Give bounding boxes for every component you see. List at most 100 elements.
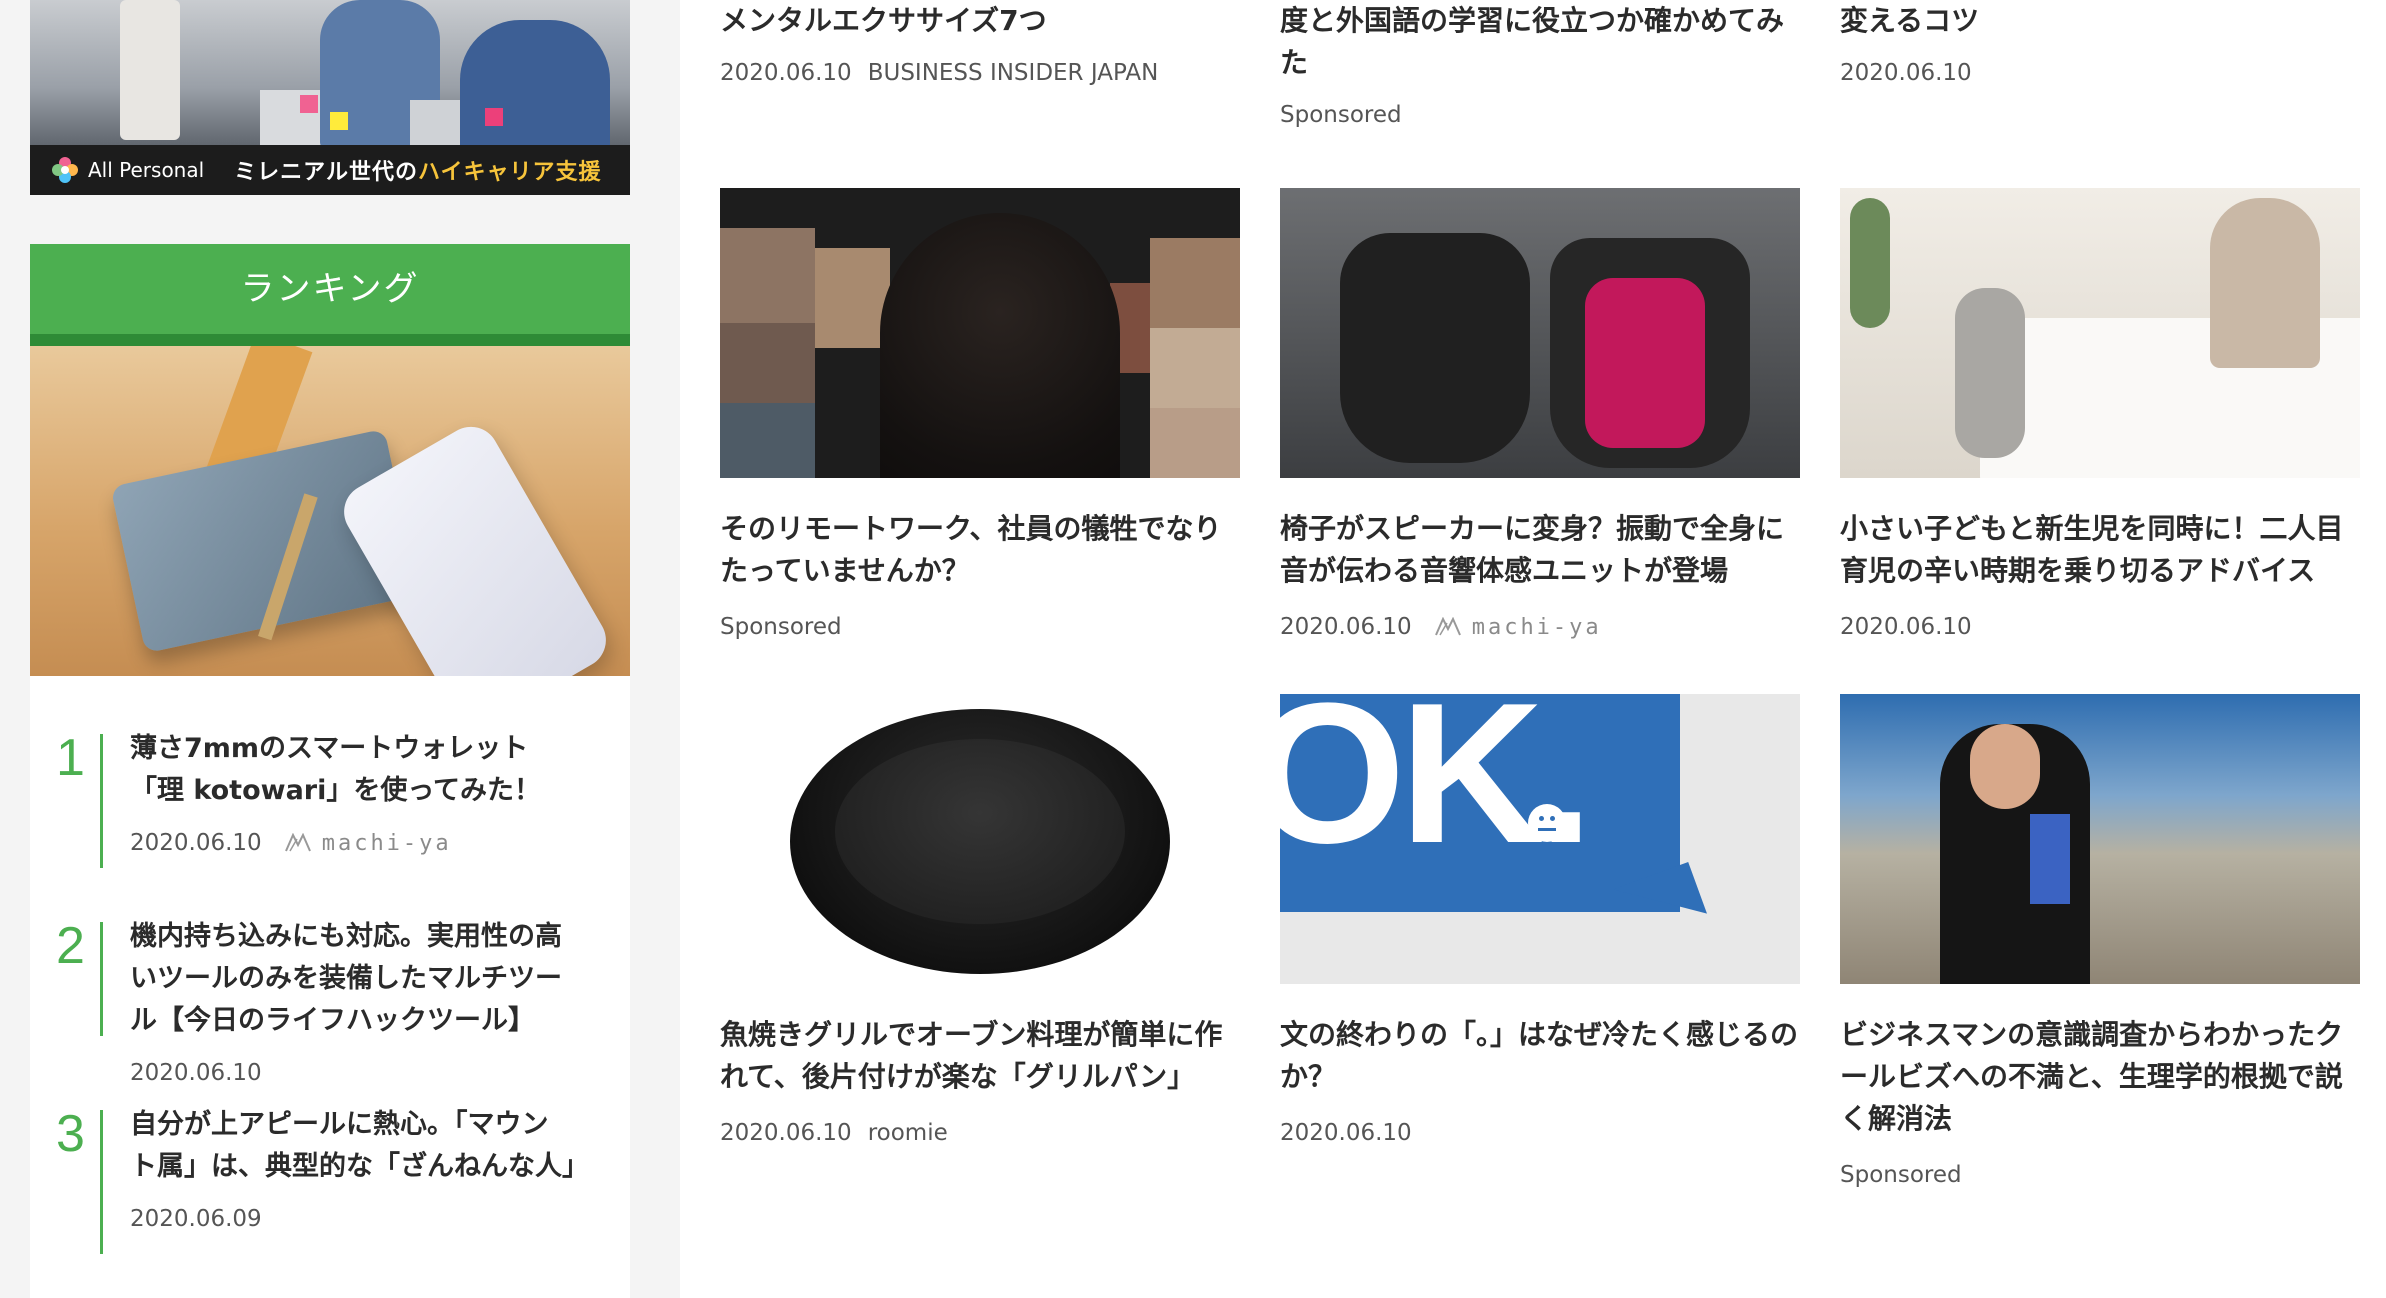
article-title[interactable]: メンタルエクササイズ7つ: [720, 0, 1240, 42]
date: 2020.06.10: [130, 830, 262, 856]
source-name: machi-ya: [1471, 614, 1602, 640]
video-tile: [815, 248, 890, 348]
article-meta: 2020.06.10: [1840, 60, 2360, 86]
title-line: そのリモートワーク、社員の犠牲でなり: [720, 512, 1222, 545]
banner-logo: All Personal: [50, 155, 204, 185]
video-tile: [1150, 328, 1240, 408]
article-thumbnail[interactable]: [1280, 188, 1800, 478]
title-line: 文の終わりの「。」はなぜ冷たく感じるの: [1280, 1018, 1799, 1051]
article-card-parenting[interactable]: 小さい子どもと新生児を同時に！二人目 育児の辛い時期を乗り切るアドバイス 202…: [1840, 188, 2360, 640]
sidebar: All Personal ミレニアル世代のハイキャリア支援 ランキング 1 薄さ…: [0, 0, 680, 1298]
child: [1955, 288, 2025, 458]
title-line: ル【今日のライフハックツール】: [130, 1005, 535, 1036]
article-card-top-1[interactable]: メンタルエクササイズ7つ 2020.06.10 BUSINESS INSIDER…: [720, 0, 1240, 86]
face-mouth: [1538, 828, 1556, 831]
title-line: ビジネスマンの意識調査からわかったク: [1840, 1018, 2344, 1051]
mother: [2210, 198, 2320, 368]
banner-caption-bar: All Personal ミレニアル世代のハイキャリア支援: [30, 145, 630, 195]
article-thumbnail[interactable]: [720, 694, 1240, 984]
source-name: roomie: [867, 1120, 948, 1146]
date: 2020.06.10: [720, 1120, 852, 1146]
machiya-logo-icon: [1434, 617, 1461, 636]
title-line: 薄さ7mmのスマートウォレット: [130, 733, 529, 764]
businessman-tie: [2030, 814, 2070, 904]
person-head: [880, 213, 1120, 478]
title-line: れて、後片付けが楽な「グリルパン」: [720, 1060, 1196, 1093]
ad-banner[interactable]: All Personal ミレニアル世代のハイキャリア支援: [30, 0, 630, 195]
banner-sticky-note: [330, 112, 348, 130]
article-card-coolbiz[interactable]: ビジネスマンの意識調査からわかったク ールビズへの不満と、生理学的根拠で説 く解…: [1840, 694, 2360, 1188]
banner-logo-text: All Personal: [88, 158, 205, 182]
video-tile: [720, 403, 815, 478]
rank-divider: [100, 922, 103, 1036]
ranking-item-2[interactable]: 2 機内持ち込みにも対応。実用性の高 いツールのみを装備したマルチツー ル【今日…: [30, 916, 630, 1086]
ranking-item-title[interactable]: 機内持ち込みにも対応。実用性の高 いツールのみを装備したマルチツー ル【今日のラ…: [130, 916, 600, 1042]
article-card-top-2[interactable]: 度と外国語の学習に役立つか確かめてみ た Sponsored: [1280, 0, 1800, 128]
rank-number: 2: [56, 917, 85, 975]
banner-tagline-highlight: ハイキャリア支援: [417, 160, 602, 185]
ranking-item-1[interactable]: 1 薄さ7mmのスマートウォレット 「理 kotowari」を使ってみた！ 20…: [30, 728, 630, 868]
date: 2020.06.09: [130, 1206, 262, 1232]
article-title[interactable]: 小さい子どもと新生児を同時に！二人目 育児の辛い時期を乗り切るアドバイス: [1840, 508, 2360, 592]
source-name: machi-ya: [321, 830, 452, 856]
date: 2020.06.10: [130, 1060, 262, 1086]
article-title[interactable]: そのリモートワーク、社員の犠牲でなり たっていませんか？: [720, 508, 1240, 592]
article-card-period[interactable]: OK. 文の終わりの「。」はなぜ冷たく感じるの か？ 2020.06.10: [1280, 694, 1800, 1146]
ranking-heading: ランキング: [30, 244, 630, 346]
article-title[interactable]: 度と外国語の学習に役立つか確かめてみ た: [1280, 0, 1800, 84]
article-thumbnail[interactable]: [1840, 188, 2360, 478]
ranking-hero-image[interactable]: [30, 346, 630, 676]
banner-figure: [120, 0, 180, 140]
ranking-item-title[interactable]: 自分が上アピールに熱心。「マウン ト属」は、典型的な「ざんねんな人」: [130, 1104, 600, 1188]
source-name: BUSINESS INSIDER JAPAN: [867, 60, 1159, 86]
banner-figure: [460, 20, 610, 160]
ranking-item-meta: 2020.06.09: [130, 1206, 600, 1232]
article-card-speaker-chair[interactable]: 椅子がスピーカーに変身？振動で全身に 音が伝わる音響体感ユニットが登場 2020…: [1280, 188, 1800, 640]
source-machiya: machi-ya: [284, 831, 452, 856]
title-line: た: [1280, 46, 1309, 79]
article-card-grill-pan[interactable]: 魚焼きグリルでオーブン料理が簡単に作 れて、後片付けが楽な「グリルパン」 202…: [720, 694, 1240, 1146]
ranking-item-meta: 2020.06.10 machi-ya: [130, 830, 600, 856]
article-title[interactable]: 魚焼きグリルでオーブン料理が簡単に作 れて、後片付けが楽な「グリルパン」: [720, 1014, 1240, 1098]
article-meta: 2020.06.10 machi-ya: [1280, 614, 1800, 640]
date: 2020.06.10: [1840, 60, 1972, 86]
title-line: 度と外国語の学習に役立つか確かめてみ: [1280, 4, 1785, 37]
article-thumbnail[interactable]: [720, 188, 1240, 478]
speaker-backpack: [1340, 233, 1530, 463]
article-card-remote-work[interactable]: そのリモートワーク、社員の犠牲でなり たっていませんか？ Sponsored: [720, 188, 1240, 640]
banner-tagline-prefix: ミレニアル世代の: [234, 160, 418, 185]
neutral-face-icon: [1528, 804, 1566, 842]
title-line: メンタルエクササイズ7つ: [720, 4, 1047, 37]
title-line: 変えるコツ: [1840, 4, 1980, 37]
article-title[interactable]: 変えるコツ: [1840, 0, 2360, 42]
article-title[interactable]: 椅子がスピーカーに変身？振動で全身に 音が伝わる音響体感ユニットが登場: [1280, 508, 1800, 592]
date: 2020.06.10: [720, 60, 852, 86]
title-line: 小さい子どもと新生児を同時に！二人目: [1840, 512, 2344, 545]
article-meta: 2020.06.10 BUSINESS INSIDER JAPAN: [720, 60, 1240, 86]
ranking-item-title[interactable]: 薄さ7mmのスマートウォレット 「理 kotowari」を使ってみた！: [130, 728, 600, 812]
title-line: たっていませんか？: [720, 554, 970, 587]
businessman-face: [1970, 724, 2040, 809]
article-grid: メンタルエクササイズ7つ 2020.06.10 BUSINESS INSIDER…: [680, 0, 2386, 1298]
rank-number: 3: [56, 1105, 85, 1163]
article-card-top-3[interactable]: 変えるコツ 2020.06.10: [1840, 0, 2360, 86]
article-thumbnail[interactable]: [1840, 694, 2360, 984]
title-line: 音が伝わる音響体感ユニットが登場: [1280, 554, 1729, 587]
banner-tagline: ミレニアル世代のハイキャリア支援: [234, 154, 601, 186]
title-line: 自分が上アピールに熱心。「マウン: [130, 1109, 549, 1140]
rank-number: 1: [56, 729, 85, 787]
flower-logo-icon: [52, 157, 78, 183]
date: 2020.06.10: [1280, 614, 1412, 640]
article-thumbnail[interactable]: OK.: [1280, 694, 1800, 984]
video-tile: [1150, 408, 1240, 478]
article-title[interactable]: ビジネスマンの意識調査からわかったク ールビズへの不満と、生理学的根拠で説 く解…: [1840, 1014, 2360, 1140]
article-title[interactable]: 文の終わりの「。」はなぜ冷たく感じるの か？: [1280, 1014, 1800, 1098]
date: 2020.06.10: [1840, 614, 1972, 640]
ok-text: OK.: [1280, 694, 1594, 885]
title-line: ト属」は、典型的な「ざんねんな人」: [130, 1151, 589, 1182]
sponsored-label: Sponsored: [1840, 1162, 1962, 1188]
rank-divider: [100, 734, 103, 868]
grill-pan-bowl: [835, 739, 1125, 924]
machiya-logo-icon: [284, 833, 311, 852]
ranking-item-3[interactable]: 3 自分が上アピールに熱心。「マウン ト属」は、典型的な「ざんねんな人」 202…: [30, 1104, 630, 1254]
